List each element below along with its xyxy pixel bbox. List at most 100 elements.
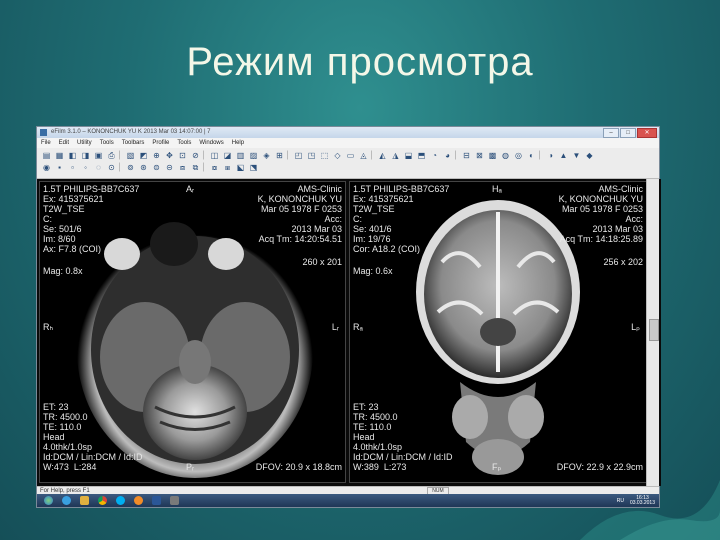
taskbar-media-icon[interactable] (131, 495, 145, 506)
row1-tool-icon-14[interactable]: ◪ (222, 150, 233, 160)
row1-tool-icon-11[interactable]: ⊡ (177, 150, 188, 160)
start-button[interactable] (41, 495, 55, 506)
row2-tool-icon-15[interactable]: ⬕ (235, 162, 246, 172)
row1-tool-icon-20[interactable]: ◳ (306, 150, 317, 160)
row1-tool-icon-1[interactable]: ▤ (41, 150, 52, 160)
row1-tool-icon-2[interactable]: ▦ (54, 150, 65, 160)
taskbar-chrome-icon[interactable] (95, 495, 109, 506)
row1-tool-icon-40[interactable]: ◆ (584, 150, 595, 160)
row1-tool-icon-37[interactable]: ◑ (545, 150, 556, 160)
row1-tool-icon-38[interactable]: ▲ (558, 150, 569, 160)
row1-tool-icon-6[interactable]: ⎙ (106, 150, 117, 160)
row1-tool-icon-23[interactable]: ▭ (345, 150, 356, 160)
row1-tool-icon-33[interactable]: ▩ (487, 150, 498, 160)
row1-tool-icon-35[interactable]: ◎ (513, 150, 524, 160)
menu-edit[interactable]: Edit (59, 138, 69, 148)
right-mag-label: Mag: 0.6x (353, 266, 393, 276)
row1-tool-icon-17[interactable]: ◈ (261, 150, 272, 160)
right-left-orientation: Rₐ (353, 322, 363, 332)
toolbar-separator (119, 150, 123, 160)
row1-tool-icon-21[interactable]: ⬚ (319, 150, 330, 160)
row2-tool-icon-6[interactable]: ⊙ (106, 162, 117, 172)
right-dfov: DFOV: 22.9 x 22.9cm (556, 462, 643, 472)
menu-utility[interactable]: Utility (77, 138, 92, 148)
row2-tool-icon-3[interactable]: ▫ (67, 162, 78, 172)
left-mag-label: Mag: 0.8x (43, 266, 83, 276)
row1-tool-icon-36[interactable]: ◐ (526, 150, 537, 160)
axial-image-pane[interactable]: 1.5T PHILIPS-BB7C637 Ex: 415375621 T2W_T… (39, 181, 346, 483)
row1-tool-icon-13[interactable]: ◫ (209, 150, 220, 160)
menu-help[interactable]: Help (232, 138, 244, 148)
scrollbar-thumb[interactable] (649, 319, 659, 341)
toolbar-separator (203, 162, 207, 172)
language-indicator[interactable]: RU (617, 498, 624, 504)
row1-tool-icon-10[interactable]: ✥ (164, 150, 175, 160)
menu-toolbars[interactable]: Toolbars (122, 138, 145, 148)
row2-tool-icon-8[interactable]: ⊛ (138, 162, 149, 172)
row2-tool-icon-2[interactable]: ▪ (54, 162, 65, 172)
row1-tool-icon-8[interactable]: ◩ (138, 150, 149, 160)
row1-tool-icon-18[interactable]: ⊞ (274, 150, 285, 160)
row1-tool-icon-22[interactable]: ◇ (332, 150, 343, 160)
row2-tool-icon-7[interactable]: ⊚ (125, 162, 136, 172)
row2-tool-icon-14[interactable]: ⧆ (222, 162, 233, 172)
row1-tool-icon-34[interactable]: ◍ (500, 150, 511, 160)
vertical-scrollbar[interactable] (646, 179, 659, 486)
row1-tool-icon-19[interactable]: ◰ (293, 150, 304, 160)
row2-tool-icon-4[interactable]: ◦ (80, 162, 91, 172)
left-overlay-top-left: 1.5T PHILIPS-BB7C637 Ex: 415375621 T2W_T… (43, 184, 140, 254)
taskbar-word-icon[interactable] (149, 495, 163, 506)
row1-tool-icon-28[interactable]: ⬒ (416, 150, 427, 160)
taskbar-efilm-icon[interactable] (167, 495, 181, 506)
menu-file[interactable]: File (41, 138, 51, 148)
row1-tool-icon-31[interactable]: ⊟ (461, 150, 472, 160)
row1-tool-icon-27[interactable]: ⬓ (403, 150, 414, 160)
row2-tool-icon-12[interactable]: ⧉ (190, 162, 201, 172)
row1-tool-icon-30[interactable]: ◕ (442, 150, 453, 160)
maximize-button[interactable]: □ (620, 128, 636, 138)
coronal-image-pane[interactable]: 1.5T PHILIPS-BB7C637 Ex: 415375621 T2W_T… (349, 181, 647, 483)
menubar: File Edit Utility Tools Toolbars Profile… (37, 138, 659, 148)
taskbar-skype-icon[interactable] (113, 495, 127, 506)
row2-tool-icon-11[interactable]: ⧈ (177, 162, 188, 172)
row1-tool-icon-9[interactable]: ⊕ (151, 150, 162, 160)
slide-title: Режим просмотра (186, 40, 534, 84)
row2-tool-icon-9[interactable]: ⊜ (151, 162, 162, 172)
row1-tool-icon-4[interactable]: ◨ (80, 150, 91, 160)
taskbar-explorer-icon[interactable] (77, 495, 91, 506)
left-dfov: DFOV: 20.9 x 18.8cm (255, 462, 342, 472)
left-top-orientation: Aᵣ (186, 184, 195, 194)
row1-tool-icon-7[interactable]: ▧ (125, 150, 136, 160)
row1-tool-icon-15[interactable]: ▥ (235, 150, 246, 160)
row1-tool-icon-3[interactable]: ◧ (67, 150, 78, 160)
viewer-window: eFilm 3.1.0 – KONONCHUK YU K 2013 Mar 03… (36, 126, 661, 508)
taskbar-ie-icon[interactable] (59, 495, 73, 506)
row2-tool-icon-5[interactable]: ◌ (93, 162, 104, 172)
row1-tool-icon-16[interactable]: ▨ (248, 150, 259, 160)
row1-tool-icon-26[interactable]: ◮ (390, 150, 401, 160)
minimize-button[interactable]: – (603, 128, 619, 138)
row1-tool-icon-39[interactable]: ▼ (571, 150, 582, 160)
row2-tool-icon-10[interactable]: ⊝ (164, 162, 175, 172)
menu-tools-2[interactable]: Tools (177, 138, 191, 148)
system-tray: RU 16:13 03.03.2013 (617, 494, 655, 507)
window-titlebar: eFilm 3.1.0 – KONONCHUK YU K 2013 Mar 03… (37, 127, 659, 138)
row1-tool-icon-12[interactable]: ⊘ (190, 150, 201, 160)
close-button[interactable]: ✕ (637, 128, 657, 138)
row1-tool-icon-24[interactable]: ◬ (358, 150, 369, 160)
menu-tools[interactable]: Tools (100, 138, 114, 148)
row1-tool-icon-29[interactable]: ◔ (429, 150, 440, 160)
row1-tool-icon-25[interactable]: ◭ (377, 150, 388, 160)
menu-profile[interactable]: Profile (152, 138, 169, 148)
row2-tool-icon-13[interactable]: ⧇ (209, 162, 220, 172)
clock[interactable]: 16:13 03.03.2013 (629, 495, 655, 506)
left-right-orientation: Lᵣ (331, 322, 339, 332)
row1-tool-icon-5[interactable]: ▣ (93, 150, 104, 160)
menu-windows[interactable]: Windows (199, 138, 223, 148)
right-right-orientation: Lₚ (631, 322, 640, 332)
row1-tool-icon-32[interactable]: ⊠ (474, 150, 485, 160)
row2-tool-icon-1[interactable]: ◉ (41, 162, 52, 172)
toolbar: ▤ ▦ ◧ ◨ ▣ ⎙ ▧ ◩ ⊕ ✥ ⊡ ⊘ ◫ ◪ ▥ ▨ ◈ ⊞ ◰ ◳ ⬚ ◇ ▭ ◬ ◭ ◮ ⬓ ⬒ ◔ ◕ ⊟ ⊠ ▩ ◍ ◎ ◐ ◑ ▲ ▼ ◆… (37, 148, 659, 179)
clock-date: 03.03.2013 (629, 499, 655, 506)
row2-tool-icon-16[interactable]: ⬔ (248, 162, 259, 172)
